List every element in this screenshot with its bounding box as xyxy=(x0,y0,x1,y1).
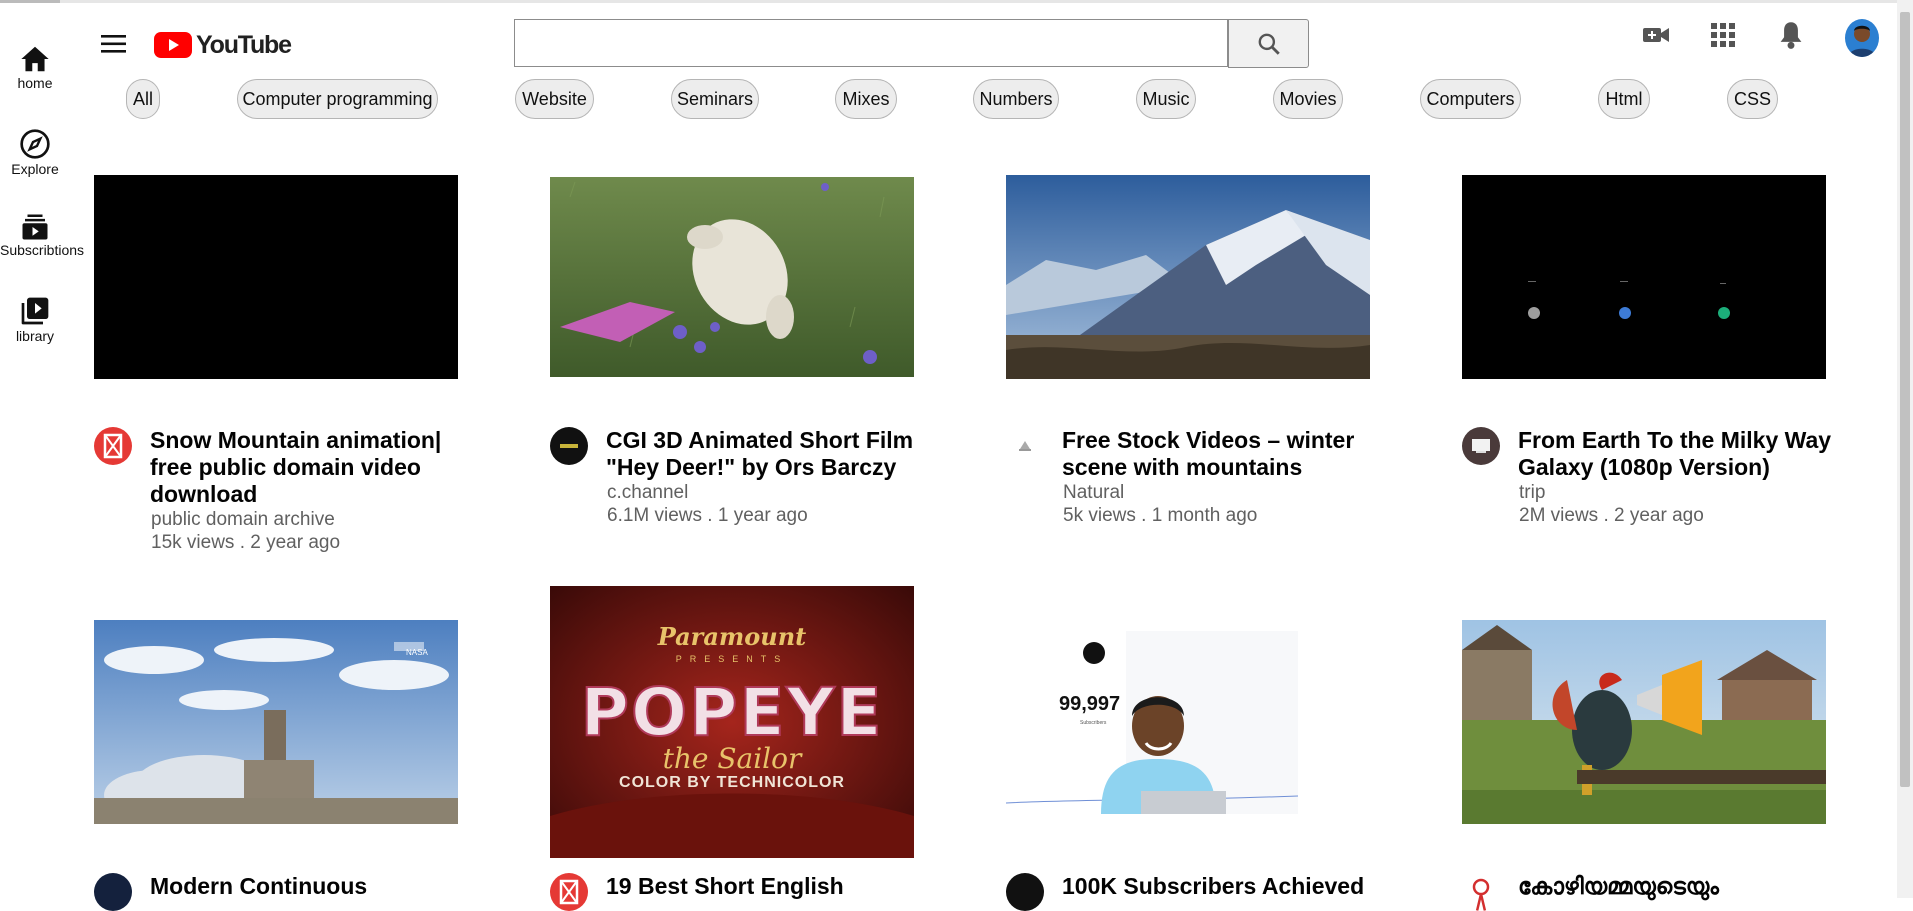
video-title-line: Galaxy (1080p Version) xyxy=(1518,454,1770,480)
subscriptions-icon xyxy=(22,214,48,240)
chip-numbers[interactable]: Numbers xyxy=(973,79,1059,119)
channel-name[interactable]: c.channel xyxy=(607,482,688,504)
video-thumbnail[interactable] xyxy=(1006,175,1370,379)
thumb-paramount-text: Paramount xyxy=(657,622,807,651)
video-title-line: From Earth To the Milky Way xyxy=(1518,427,1832,453)
sidebar-item-library[interactable]: library xyxy=(0,295,70,344)
video-title-line: download xyxy=(150,481,258,507)
channel-avatar[interactable] xyxy=(550,873,588,911)
youtube-play-icon xyxy=(154,32,192,58)
video-title-line: "Hey Deer!" by Ors Barczy xyxy=(606,454,897,480)
thumb-technicolor-text: COLOR BY TECHNICOLOR xyxy=(619,774,845,791)
chip-computers[interactable]: Computers xyxy=(1420,79,1521,119)
video-camera-icon[interactable] xyxy=(1642,22,1670,53)
video-title-line: Snow Mountain animation| xyxy=(150,427,442,453)
browser-top-edge-accent xyxy=(0,0,60,3)
avatar[interactable] xyxy=(1845,19,1879,57)
channel-name[interactable]: Natural xyxy=(1063,482,1124,504)
logo-text: YouTube xyxy=(196,30,292,59)
search-button[interactable] xyxy=(1228,19,1309,68)
chip-all[interactable]: All xyxy=(126,79,160,119)
thumb-subscriber-label: Subscribers xyxy=(1080,720,1107,726)
sidebar-item-home[interactable]: home xyxy=(0,44,70,91)
chip-movies[interactable]: Movies xyxy=(1273,79,1343,119)
video-meta: 2M views . 2 year ago xyxy=(1519,505,1704,526)
channel-avatar[interactable] xyxy=(94,873,132,911)
apps-grid-icon[interactable] xyxy=(1711,23,1735,52)
channel-avatar[interactable] xyxy=(1462,873,1500,911)
channel-avatar[interactable] xyxy=(1462,427,1500,465)
menu-icon[interactable] xyxy=(98,30,132,58)
video-thumbnail[interactable]: Paramount PRESENTS POPEYE the Sailor COL… xyxy=(550,586,914,858)
bell-icon[interactable] xyxy=(1777,20,1805,55)
video-title-line: free public domain video xyxy=(150,454,421,480)
video-thumbnail[interactable] xyxy=(94,175,458,379)
video-thumbnail[interactable] xyxy=(1462,620,1826,824)
video-meta: 15k views . 2 year ago xyxy=(151,532,341,553)
video-title[interactable]: കോഴിയമ്മയുടെയും xyxy=(1518,873,1863,900)
video-thumbnail[interactable]: NASA xyxy=(94,620,458,824)
search-input[interactable] xyxy=(514,19,1228,67)
thumb-popeye-text: POPEYE xyxy=(580,673,884,752)
video-title-line: scene with mountains xyxy=(1062,454,1303,480)
video-thumbnail[interactable] xyxy=(550,177,914,377)
video-thumbnail[interactable] xyxy=(1462,175,1826,379)
sidebar-item-explore[interactable]: Explore xyxy=(0,128,70,177)
home-icon xyxy=(21,46,49,72)
video-title[interactable]: Snow Mountain animation| free public dom… xyxy=(150,427,470,508)
channel-avatar[interactable] xyxy=(94,427,132,465)
video-title[interactable]: From Earth To the Milky Way Galaxy (1080… xyxy=(1518,427,1863,481)
chip-computer-programming[interactable]: Computer programming xyxy=(237,79,438,119)
channel-name[interactable]: public domain archive xyxy=(151,509,335,531)
video-title[interactable]: 19 Best Short English xyxy=(606,873,936,900)
video-title[interactable]: Modern Continuous xyxy=(150,873,480,900)
thumb-sailor-text: the Sailor xyxy=(662,742,802,775)
chip-html[interactable]: Html xyxy=(1598,79,1650,119)
chip-css[interactable]: CSS xyxy=(1727,79,1778,119)
library-icon xyxy=(21,297,49,325)
scrollbar-thumb[interactable] xyxy=(1900,12,1910,787)
sidebar-item-label: home xyxy=(17,75,53,91)
chip-mixes[interactable]: Mixes xyxy=(835,79,897,119)
thumb-subscriber-count: 99,997 xyxy=(1059,693,1121,715)
channel-avatar[interactable] xyxy=(1006,427,1044,465)
sidebar-item-label: Explore xyxy=(11,161,59,177)
compass-icon xyxy=(20,129,50,159)
chip-music[interactable]: Music xyxy=(1136,79,1196,119)
channel-name[interactable]: trip xyxy=(1519,482,1545,504)
channel-avatar[interactable] xyxy=(1006,873,1044,911)
sidebar-item-subscriptions[interactable]: Subscribtions xyxy=(0,213,85,258)
chip-website[interactable]: Website xyxy=(515,79,594,119)
thumb-presents-text: PRESENTS xyxy=(675,654,789,664)
video-title[interactable]: Free Stock Videos – winter scene with mo… xyxy=(1062,427,1392,481)
sidebar-item-label: library xyxy=(15,328,55,344)
nasa-watermark: NASA xyxy=(406,648,428,657)
video-meta: 5k views . 1 month ago xyxy=(1063,505,1258,526)
youtube-logo[interactable]: YouTube xyxy=(154,29,292,61)
video-thumbnail[interactable]: 99,997 Subscribers xyxy=(1006,631,1298,814)
browser-top-edge xyxy=(0,0,1913,3)
video-meta: 6.1M views . 1 year ago xyxy=(607,505,808,526)
video-title-line: Free Stock Videos – winter xyxy=(1062,427,1355,453)
search-icon xyxy=(1258,33,1280,55)
sidebar-item-label: Subscribtions xyxy=(0,242,85,258)
video-title[interactable]: CGI 3D Animated Short Film "Hey Deer!" b… xyxy=(606,427,936,481)
video-title-line: CGI 3D Animated Short Film xyxy=(606,427,914,453)
video-title[interactable]: 100K Subscribers Achieved xyxy=(1062,873,1402,900)
chip-seminars[interactable]: Seminars xyxy=(671,79,759,119)
channel-avatar[interactable] xyxy=(550,427,588,465)
